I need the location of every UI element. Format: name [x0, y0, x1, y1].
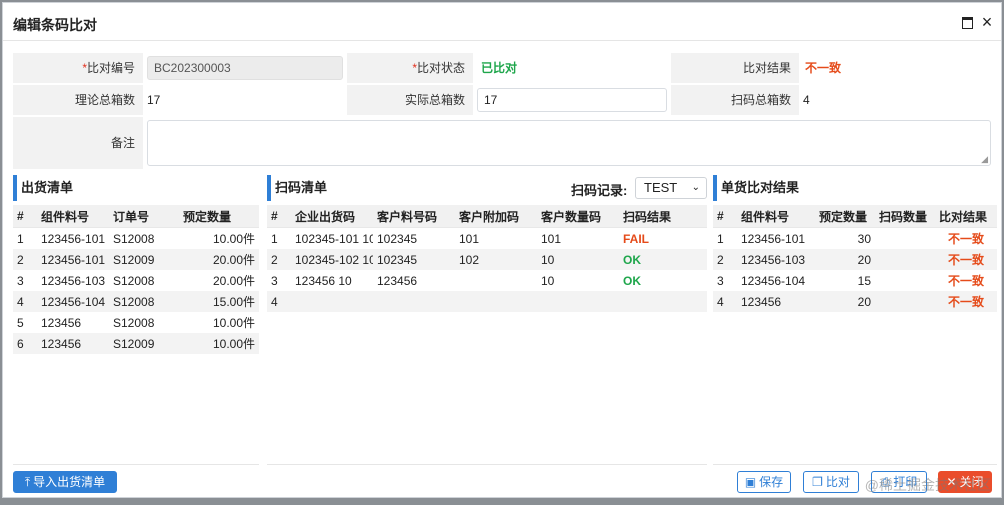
divider — [13, 464, 259, 465]
result-panel: 单货比对结果 # 组件料号 预定数量 扫码数量 比对结果 1 123456-101… — [713, 175, 997, 465]
col-planned-qty: 预定数量 — [815, 205, 875, 228]
import-shipping-list-button[interactable]: ⤒ 导入出货清单 — [13, 471, 117, 493]
table-row[interactable]: 4 — [267, 291, 707, 312]
compare-result-label: 比对结果 — [671, 53, 799, 83]
table-row[interactable]: 3 123456 10 123456 10 OK — [267, 270, 707, 291]
col-planned-qty: 预定数量 — [179, 205, 259, 228]
table-row[interactable]: 1 102345-101 10 102345 101 101 FAIL — [267, 228, 707, 250]
save-icon: ▣ — [744, 475, 757, 489]
save-button[interactable]: ▣ 保存 — [737, 471, 791, 493]
table-row[interactable]: 1 123456-101 S12008 10.00件 — [13, 228, 259, 250]
scan-table: # 企业出货码 客户料号码 客户附加码 客户数量码 扫码结果 1 102345-1… — [267, 205, 707, 312]
table-row[interactable]: 6 123456 S12009 10.00件 — [13, 333, 259, 354]
remark-textarea[interactable]: ◢ — [147, 120, 991, 166]
table-row[interactable]: 5 123456 S12008 10.00件 — [13, 312, 259, 333]
table-row[interactable]: 4 123456-104 S12008 15.00件 — [13, 291, 259, 312]
scan-boxes-value: 4 — [803, 93, 810, 107]
scan-record-label: 扫码记录: — [571, 183, 628, 198]
compare-result-value: 不一致 — [805, 61, 842, 75]
col-compare-result: 比对结果 — [935, 205, 997, 228]
table-row[interactable]: 4 123456 20 不一致 — [713, 291, 997, 312]
scan-table-header: # 企业出货码 客户料号码 客户附加码 客户数量码 扫码结果 — [267, 205, 707, 228]
col-customer-part-code: 客户料号码 — [373, 205, 455, 228]
col-customer-qty-code: 客户数量码 — [537, 205, 619, 228]
shipping-panel-title: 出货清单 — [13, 175, 259, 201]
maximize-icon[interactable] — [959, 14, 975, 30]
remark-label: 备注 — [13, 117, 143, 169]
theory-boxes-label: 理论总箱数 — [13, 85, 143, 115]
table-row[interactable]: 3 123456-103 S12008 20.00件 — [13, 270, 259, 291]
col-enterprise-code: 企业出货码 — [291, 205, 373, 228]
scan-record-value: TEST — [644, 180, 678, 195]
resize-handle-icon[interactable]: ◢ — [981, 154, 988, 165]
table-row[interactable]: 3 123456-104 15 不一致 — [713, 270, 997, 291]
copy-icon: ❐ — [812, 475, 823, 489]
watermark: @稀土掘金技术社区 — [864, 477, 991, 493]
form-row-1: *比对编号 BC202300003 *比对状态 已比对 比对结果 不一致 — [13, 53, 1003, 83]
compare-status-label: *比对状态 — [347, 53, 473, 83]
col-part-no: 组件料号 — [37, 205, 109, 228]
col-customer-extra-code: 客户附加码 — [455, 205, 537, 228]
dialog-title: 编辑条码比对 — [13, 17, 97, 33]
close-icon[interactable]: × — [979, 13, 995, 31]
col-part-no: 组件料号 — [737, 205, 815, 228]
shipping-panel: 出货清单 # 组件料号 订单号 预定数量 1 123456-101 S12008 10… — [13, 175, 259, 465]
form-row-2: 理论总箱数 17 实际总箱数 17 扫码总箱数 4 — [13, 85, 1003, 115]
col-index: # — [13, 205, 37, 228]
divider — [713, 464, 997, 465]
scan-boxes-label: 扫码总箱数 — [671, 85, 799, 115]
compare-no-label: *比对编号 — [13, 53, 143, 83]
result-table-header: # 组件料号 预定数量 扫码数量 比对结果 — [713, 205, 997, 228]
table-row[interactable]: 2 123456-101 S12009 20.00件 — [13, 249, 259, 270]
scan-panel: 扫码清单 扫码记录: TEST ⌄ # 企业出货码 客户料号码 客户附加码 客户… — [267, 175, 707, 465]
result-table: # 组件料号 预定数量 扫码数量 比对结果 1 123456-101 30 不一致 2… — [713, 205, 997, 312]
col-index: # — [713, 205, 737, 228]
col-order-no: 订单号 — [109, 205, 179, 228]
divider — [267, 464, 707, 465]
shipping-table-header: # 组件料号 订单号 预定数量 — [13, 205, 259, 228]
table-row[interactable]: 2 123456-103 20 不一致 — [713, 249, 997, 270]
table-row[interactable]: 2 102345-102 10 102345 102 10 OK — [267, 249, 707, 270]
col-scan-qty: 扫码数量 — [875, 205, 935, 228]
actual-boxes-input[interactable]: 17 — [477, 88, 667, 112]
table-row[interactable]: 1 123456-101 30 不一致 — [713, 228, 997, 250]
compare-button[interactable]: ❐ 比对 — [803, 471, 859, 493]
edit-dialog: 编辑条码比对 × *比对编号 BC202300003 *比对状态 已比对 比对结… — [2, 2, 1002, 498]
upload-icon: ⤒ — [24, 475, 31, 489]
shipping-table: # 组件料号 订单号 预定数量 1 123456-101 S12008 10.00件 … — [13, 205, 259, 354]
chevron-down-icon: ⌄ — [691, 182, 700, 193]
compare-status-value: 已比对 — [481, 61, 518, 75]
scan-record-select[interactable]: TEST ⌄ — [635, 177, 707, 199]
result-panel-title: 单货比对结果 — [713, 175, 997, 201]
theory-boxes-value: 17 — [147, 93, 161, 107]
dialog-titlebar: 编辑条码比对 × — [3, 3, 1001, 41]
col-index: # — [267, 205, 291, 228]
col-scan-result: 扫码结果 — [619, 205, 707, 228]
actual-boxes-label: 实际总箱数 — [347, 85, 473, 115]
form-row-3: 备注 ◢ — [13, 117, 1003, 169]
compare-no-input[interactable]: BC202300003 — [147, 56, 343, 80]
